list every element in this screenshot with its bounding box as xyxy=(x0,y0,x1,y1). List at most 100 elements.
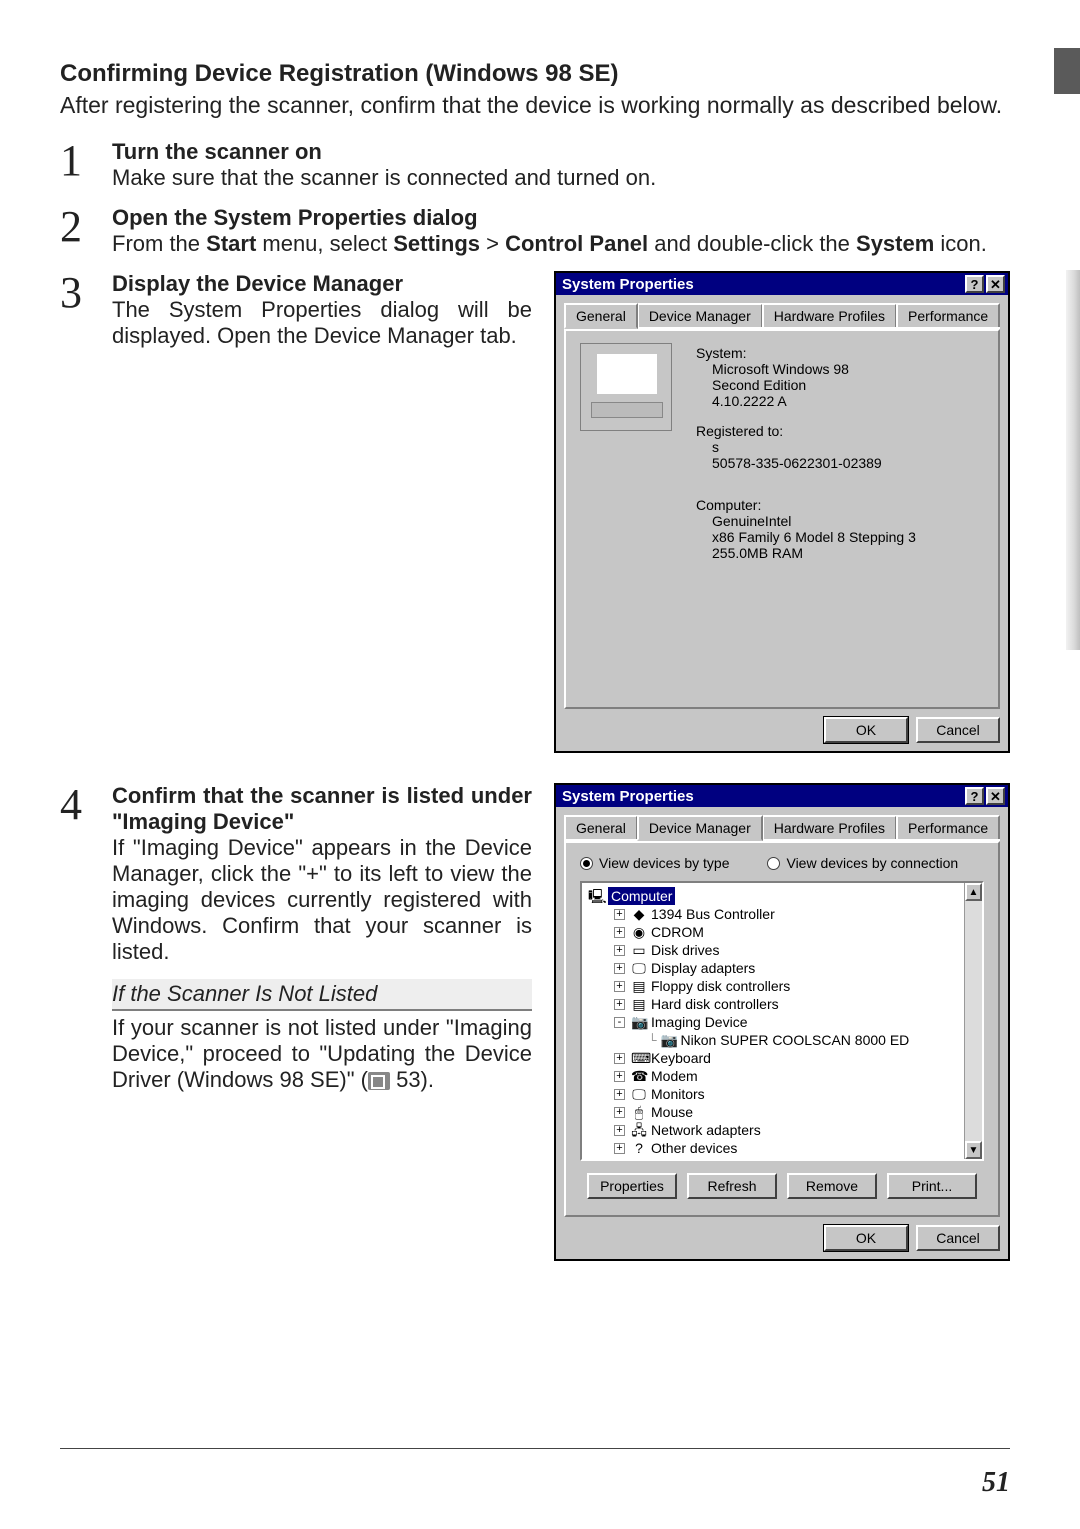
step-4-text: If "Imaging Device" appears in the Devic… xyxy=(112,835,532,964)
device-icon: ◆ xyxy=(631,905,647,923)
step-1-number: 1 xyxy=(60,139,112,191)
tree-item[interactable]: +⌨Keyboard xyxy=(584,1049,980,1067)
registered-line2: 50578-335-0622301-02389 xyxy=(696,455,984,471)
dialog-device-manager: System Properties ? ✕ General Device Man… xyxy=(554,783,1010,1261)
cancel-button[interactable]: Cancel xyxy=(916,1225,1000,1251)
s2-b4: System xyxy=(856,231,934,256)
ok-button[interactable]: OK xyxy=(824,1225,908,1251)
radio1-label: View devices by type xyxy=(599,855,729,871)
tab-performance[interactable]: Performance xyxy=(896,303,1000,327)
cancel-button[interactable]: Cancel xyxy=(916,717,1000,743)
tree-item-label: PCMCIA socket xyxy=(651,1157,749,1161)
scrollbar[interactable]: ▲ ▼ xyxy=(964,883,982,1159)
device-icon: ☎ xyxy=(631,1067,647,1085)
tabs-devmgr: General Device Manager Hardware Profiles… xyxy=(564,815,1000,841)
tree-item[interactable]: +?Other devices xyxy=(584,1139,980,1157)
system-line1: Microsoft Windows 98 xyxy=(696,361,984,377)
registered-line1: s xyxy=(696,439,984,455)
scroll-down-icon[interactable]: ▼ xyxy=(965,1141,982,1159)
radio-view-by-type[interactable]: View devices by type xyxy=(580,855,729,871)
panel-devmgr: View devices by type View devices by con… xyxy=(564,841,1000,1217)
help-button[interactable]: ? xyxy=(965,787,984,805)
close-button[interactable]: ✕ xyxy=(986,787,1005,805)
expand-icon[interactable]: + xyxy=(614,981,625,992)
device-icon: ▭ xyxy=(631,941,647,959)
s2-b2: Settings xyxy=(393,231,480,256)
expand-icon[interactable]: + xyxy=(614,1071,625,1082)
radio2-label: View devices by connection xyxy=(786,855,958,871)
step-3-row: 3 Display the Device Manager The System … xyxy=(60,271,1010,753)
step-2-number: 2 xyxy=(60,205,112,257)
tree-item[interactable]: + ◆1394 Bus Controller xyxy=(584,905,980,923)
tree-item[interactable]: +▤Floppy disk controllers xyxy=(584,977,980,995)
device-icon: 🖵 xyxy=(631,1085,647,1103)
scroll-up-icon[interactable]: ▲ xyxy=(965,883,982,901)
tree-item[interactable]: +◉CDROM xyxy=(584,923,980,941)
tab-hardware-profiles[interactable]: Hardware Profiles xyxy=(762,815,897,839)
computer-line1: GenuineIntel xyxy=(696,513,984,529)
expand-icon[interactable]: + xyxy=(614,1125,625,1136)
properties-button[interactable]: Properties xyxy=(587,1173,677,1199)
print-button[interactable]: Print... xyxy=(887,1173,977,1199)
expand-icon[interactable]: + xyxy=(614,963,625,974)
tab-general[interactable]: General xyxy=(564,815,638,839)
note-title: If the Scanner Is Not Listed xyxy=(112,979,532,1011)
expand-icon[interactable]: + xyxy=(614,1089,625,1100)
ok-button[interactable]: OK xyxy=(824,717,908,743)
s2-gt: > xyxy=(480,231,505,256)
tab-performance[interactable]: Performance xyxy=(896,815,1000,839)
tree-item-label: Modem xyxy=(651,1067,698,1085)
tree-item[interactable]: +▣PCMCIA socket xyxy=(584,1157,980,1161)
page-number: 51 xyxy=(982,1467,1010,1499)
system-line2: Second Edition xyxy=(696,377,984,393)
step-2: 2 Open the System Properties dialog From… xyxy=(60,205,1010,257)
tree-item[interactable]: +🖵Monitors xyxy=(584,1085,980,1103)
tree-item[interactable]: +🖵Display adapters xyxy=(584,959,980,977)
tree-item-label: 1394 Bus Controller xyxy=(651,905,775,923)
tab-hardware-profiles[interactable]: Hardware Profiles xyxy=(762,303,897,327)
section-heading: Confirming Device Registration (Windows … xyxy=(60,60,1010,88)
expand-icon[interactable]: + xyxy=(614,1143,625,1154)
expand-icon[interactable]: - xyxy=(614,1017,625,1028)
expand-icon[interactable]: + xyxy=(614,1107,625,1118)
tree-item[interactable]: + ☎Modem xyxy=(584,1067,980,1085)
expand-icon[interactable]: + xyxy=(614,1161,625,1162)
computer-line2: x86 Family 6 Model 8 Stepping 3 xyxy=(696,529,984,545)
panel-general: System: Microsoft Windows 98 Second Edit… xyxy=(564,329,1000,709)
step-3-text: The System Properties dialog will be dis… xyxy=(112,297,532,348)
system-heading: System: xyxy=(696,345,984,361)
tree-root[interactable]: 🖳 Computer xyxy=(584,887,980,905)
device-tree[interactable]: 🖳 Computer +◆1394 Bus Controller+◉CDROM+… xyxy=(580,881,984,1161)
expand-icon[interactable]: + xyxy=(614,927,625,938)
radio-view-by-connection[interactable]: View devices by connection xyxy=(767,855,958,871)
tree-item-label: Network adapters xyxy=(651,1121,761,1139)
tree-item[interactable]: -📷Imaging Device xyxy=(584,1013,980,1031)
remove-button[interactable]: Remove xyxy=(787,1173,877,1199)
expand-icon[interactable]: + xyxy=(614,909,625,920)
tab-device-manager[interactable]: Device Manager xyxy=(637,303,763,327)
step-4-title: Confirm that the scanner is listed under… xyxy=(112,783,532,835)
computer-icon: 🖳 xyxy=(588,887,604,905)
step-1: 1 Turn the scanner on Make sure that the… xyxy=(60,139,1010,191)
tabs-general: General Device Manager Hardware Profiles… xyxy=(564,303,1000,329)
tree-item[interactable]: +▤Hard disk controllers xyxy=(584,995,980,1013)
s2-m1: menu, select xyxy=(256,231,393,256)
expand-icon[interactable]: + xyxy=(614,999,625,1010)
tree-item-label: Imaging Device xyxy=(651,1013,748,1031)
tree-root-label: Computer xyxy=(608,887,675,905)
help-button[interactable]: ? xyxy=(965,275,984,293)
dialog-devmgr-title: System Properties xyxy=(562,788,963,805)
computer-heading: Computer: xyxy=(696,497,984,513)
tree-item[interactable]: +🖧Network adapters xyxy=(584,1121,980,1139)
tree-item[interactable]: +▭Disk drives xyxy=(584,941,980,959)
expand-icon[interactable]: + xyxy=(614,1053,625,1064)
step-3-title: Display the Device Manager xyxy=(112,271,532,297)
tree-item[interactable]: └📷Nikon SUPER COOLSCAN 8000 ED xyxy=(584,1031,980,1049)
tree-item[interactable]: +🖱Mouse xyxy=(584,1103,980,1121)
expand-icon[interactable]: + xyxy=(614,945,625,956)
tab-general[interactable]: General xyxy=(564,303,638,329)
refresh-button[interactable]: Refresh xyxy=(687,1173,777,1199)
titlebar-general: System Properties ? ✕ xyxy=(556,273,1008,295)
close-button[interactable]: ✕ xyxy=(986,275,1005,293)
tab-device-manager[interactable]: Device Manager xyxy=(637,815,763,841)
